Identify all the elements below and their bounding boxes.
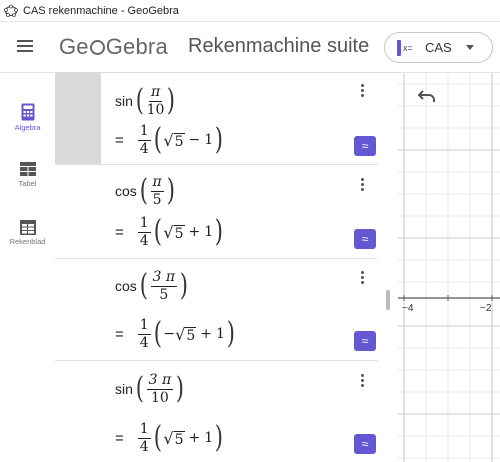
rail-label-algebra: Algebra	[14, 123, 41, 132]
constant-term: 1	[204, 430, 214, 447]
row-output: = 14 ( − √ 5 + 1 )	[115, 316, 235, 352]
app-switcher-label: CAS	[425, 40, 452, 55]
coef-numerator: 1	[137, 317, 151, 335]
operator: +	[188, 430, 201, 447]
calculator-icon	[21, 103, 34, 121]
row-menu-icon[interactable]	[359, 374, 365, 390]
graphics-grid	[398, 73, 500, 462]
spreadsheet-icon	[19, 220, 36, 235]
caret-down-icon	[465, 45, 474, 50]
arg-numerator: 3 π	[150, 269, 178, 287]
app-header: Ge Gebra Rekenmachine suite x= CAS	[0, 22, 500, 73]
coef-denominator: 4	[139, 438, 149, 455]
approximate-button[interactable]: ≈	[354, 136, 376, 156]
row-marker	[55, 73, 101, 164]
row-output: = 14 ( √ 5 + 1 )	[115, 420, 224, 456]
radicand: 5	[173, 132, 185, 150]
geogebra-app-icon	[4, 4, 18, 17]
graphics-view[interactable]: −4 −2	[398, 73, 500, 462]
rail-item-tabel[interactable]: Tabel	[0, 162, 55, 188]
operator: +	[188, 224, 201, 241]
coef-numerator: 1	[137, 215, 151, 233]
geogebra-logo: Ge Gebra	[59, 34, 168, 59]
equals-sign: =	[115, 131, 124, 149]
function-name: sin	[115, 93, 133, 110]
row-input[interactable]: cos ( 3 π5 )	[115, 270, 190, 302]
function-name: cos	[115, 278, 137, 295]
algebra-panel: sin ( π 10 ) = 14 ( √ 5 − 1 ) ≈ cos ( π5 )	[55, 73, 398, 462]
row-marker	[55, 166, 101, 258]
x-tick-label: −2	[480, 303, 492, 314]
radicand: 5	[185, 326, 197, 344]
constant-term: 1	[204, 224, 214, 241]
row-menu-icon[interactable]	[359, 271, 365, 287]
x-tick-label: −4	[402, 303, 414, 314]
algebra-row[interactable]: cos ( 3 π5 ) = 14 ( − √ 5 + 1 ) ≈	[55, 260, 378, 361]
arg-denominator: 10	[150, 389, 169, 406]
radicand: 5	[173, 224, 185, 242]
function-name: cos	[115, 183, 137, 200]
arg-denominator: 5	[152, 191, 162, 208]
row-marker	[55, 362, 101, 462]
operator: −	[188, 132, 201, 149]
rail-item-algebra[interactable]: Algebra	[0, 103, 55, 132]
constant-term: 1	[204, 132, 214, 149]
cas-icon-text: x=	[403, 42, 413, 53]
leading-sign: −	[163, 326, 176, 343]
equals-sign: =	[115, 223, 124, 241]
coef-denominator: 4	[139, 140, 149, 157]
rail-item-rekenblad[interactable]: Rekenblad	[0, 220, 55, 246]
suite-title: Rekenmachine suite	[188, 35, 370, 57]
rail-label-rekenblad: Rekenblad	[9, 237, 46, 246]
coef-numerator: 1	[137, 123, 151, 141]
arg-numerator: π	[148, 84, 163, 102]
equals-sign: =	[115, 429, 124, 447]
approximate-button[interactable]: ≈	[354, 229, 376, 249]
undo-icon[interactable]	[417, 88, 437, 104]
app-switcher-button[interactable]: x= CAS	[384, 32, 493, 63]
arg-numerator: π	[150, 174, 164, 192]
arg-denominator: 5	[159, 286, 169, 303]
row-output: = 14 ( √ 5 + 1 )	[115, 214, 224, 250]
approximate-button[interactable]: ≈	[354, 331, 376, 351]
row-output: = 14 ( √ 5 − 1 )	[115, 122, 224, 158]
equals-sign: =	[115, 325, 124, 343]
approximate-button[interactable]: ≈	[354, 434, 376, 454]
row-menu-icon[interactable]	[359, 84, 365, 100]
arg-denominator: 10	[146, 101, 165, 118]
view-rail: Algebra Tabel Rekenblad	[0, 73, 55, 462]
coef-denominator: 4	[139, 334, 149, 351]
table-icon	[19, 162, 36, 176]
row-marker	[55, 260, 101, 360]
algebra-row[interactable]: cos ( π5 ) = 14 ( √ 5 + 1 ) ≈	[55, 166, 378, 259]
window-title: CAS rekenmachine - GeoGebra	[23, 4, 179, 17]
algebra-row[interactable]: sin ( π 10 ) = 14 ( √ 5 − 1 ) ≈	[55, 73, 378, 165]
constant-term: 1	[216, 326, 225, 343]
row-menu-icon[interactable]	[359, 178, 365, 194]
panel-scrollbar[interactable]	[386, 290, 390, 310]
row-input[interactable]: sin ( 3 π 10 )	[115, 373, 186, 405]
coef-denominator: 4	[139, 232, 149, 249]
radicand: 5	[173, 430, 185, 448]
window-title-bar: CAS rekenmachine - GeoGebra	[0, 0, 500, 22]
function-name: sin	[115, 381, 133, 398]
cas-icon: x=	[397, 39, 415, 56]
hamburger-menu-icon[interactable]	[14, 37, 36, 57]
arg-numerator: 3 π	[146, 372, 174, 390]
operator: +	[200, 326, 212, 343]
row-input[interactable]: sin ( π 10 )	[115, 85, 177, 117]
algebra-row[interactable]: sin ( 3 π 10 ) = 14 ( √ 5 + 1 ) ≈	[55, 362, 378, 462]
coef-numerator: 1	[137, 421, 151, 439]
rail-label-tabel: Tabel	[18, 179, 37, 188]
row-input[interactable]: cos ( π5 )	[115, 175, 176, 207]
